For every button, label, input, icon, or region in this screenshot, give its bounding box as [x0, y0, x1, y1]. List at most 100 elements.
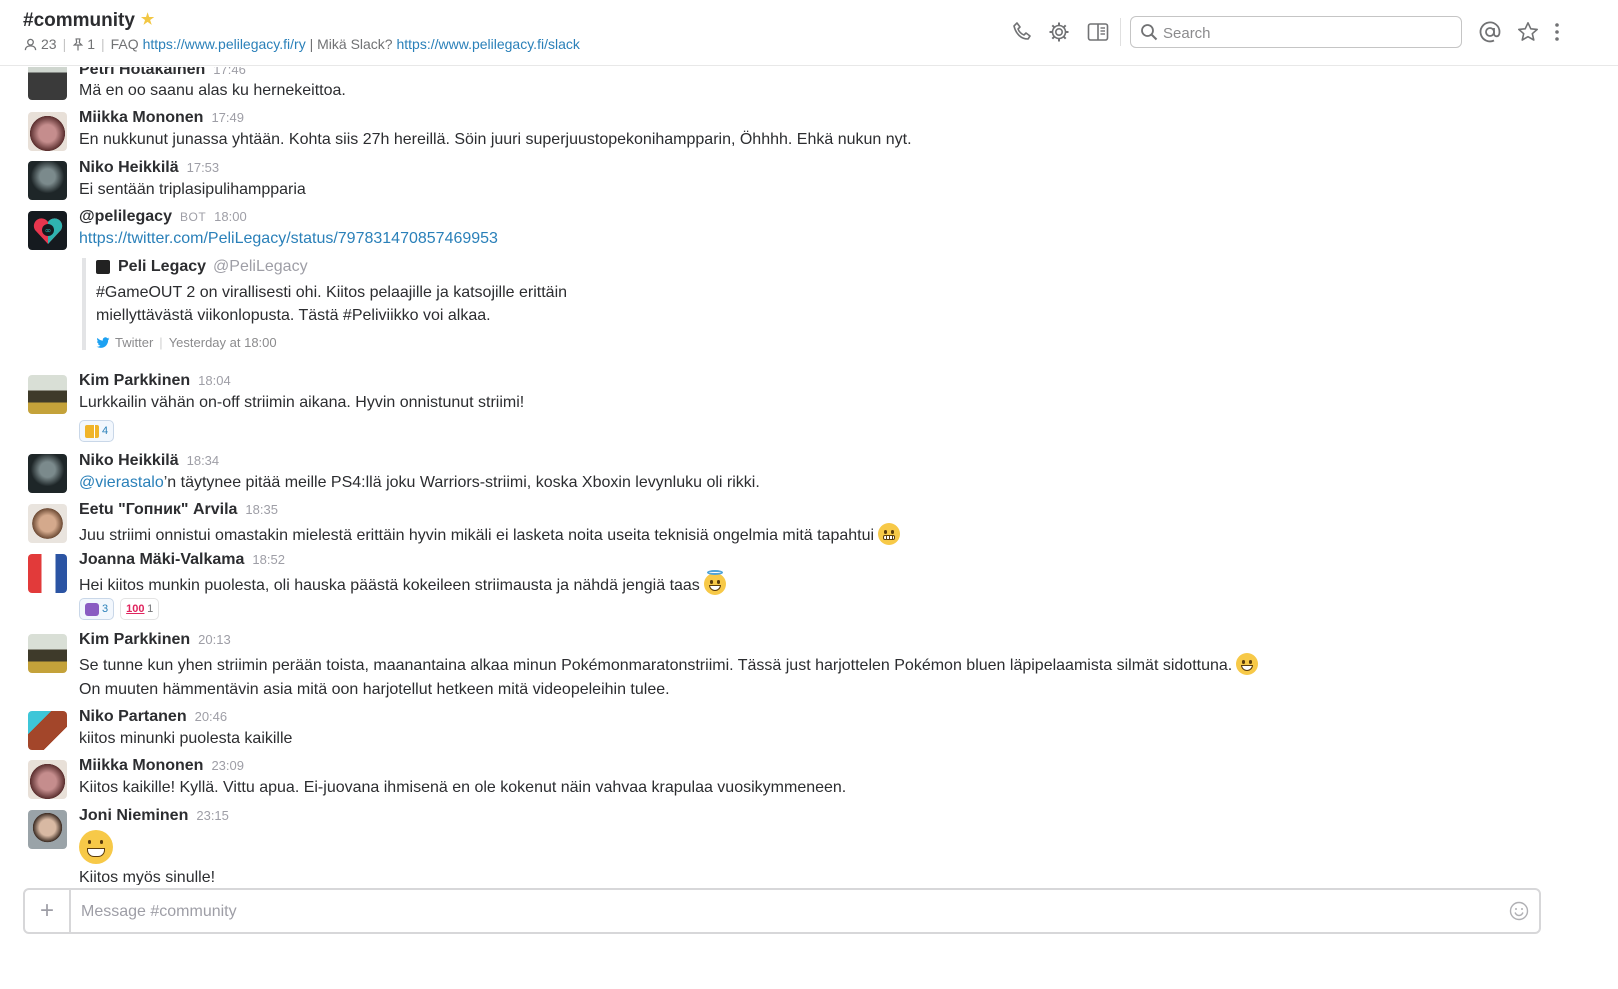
message-author[interactable]: Petri Hotakainen 17:46: [79, 67, 246, 79]
author-name[interactable]: Niko Heikkilä: [79, 159, 179, 176]
avatar[interactable]: [28, 375, 67, 414]
message-emoji: [79, 830, 113, 864]
timestamp[interactable]: 20:46: [195, 709, 228, 724]
avatar[interactable]: [28, 711, 67, 750]
reaction-hundred[interactable]: 100 1: [120, 598, 160, 620]
message-composer: +: [23, 888, 1541, 934]
attachment-handle[interactable]: @PeliLegacy: [213, 258, 308, 276]
more-options-icon[interactable]: [1550, 20, 1564, 44]
message-text-body: Juu striimi onnistui omastakin mielestä …: [79, 527, 875, 544]
author-name[interactable]: Miikka Mononen: [79, 109, 203, 126]
phone-icon[interactable]: [1011, 20, 1035, 44]
members-icon[interactable]: [24, 38, 37, 51]
timestamp[interactable]: 17:53: [187, 160, 220, 175]
message-input[interactable]: [79, 900, 1483, 924]
star-items-icon[interactable]: [1516, 20, 1540, 44]
author-name[interactable]: Niko Heikkilä: [79, 452, 179, 469]
avatar[interactable]: ∞: [28, 211, 67, 250]
avatar[interactable]: [28, 112, 67, 151]
timestamp[interactable]: 18:00: [214, 209, 247, 224]
user-mention[interactable]: @vierastalo: [79, 474, 164, 491]
timestamp[interactable]: 18:34: [187, 453, 220, 468]
channel-title[interactable]: #community ★: [23, 10, 154, 32]
avatar[interactable]: [28, 634, 67, 673]
message-author[interactable]: Miikka Mononen 17:49: [79, 109, 244, 127]
author-name[interactable]: Miikka Mononen: [79, 757, 203, 774]
author-name[interactable]: Niko Partanen: [79, 708, 187, 725]
gear-icon[interactable]: [1047, 20, 1071, 44]
author-name[interactable]: Kim Parkkinen: [79, 631, 190, 648]
search-input[interactable]: [1161, 22, 1455, 44]
pinned-count[interactable]: 1: [87, 36, 95, 52]
timestamp[interactable]: 18:35: [245, 502, 278, 517]
author-name[interactable]: Kim Parkkinen: [79, 372, 190, 389]
tweet-link[interactable]: https://twitter.com/PeliLegacy/status/79…: [79, 230, 498, 247]
timestamp[interactable]: 18:52: [252, 552, 285, 567]
author-name[interactable]: Eetu "Гопник" Arvila: [79, 501, 237, 518]
bot-badge: BOT: [179, 210, 207, 224]
channel-header: #community ★ 23 | 1 | FAQ https://www.pel…: [0, 0, 1618, 66]
attachment-line: miellyttävästä viikonlopusta. Tästä #Pel…: [96, 307, 491, 324]
reaction-space-invader[interactable]: 3: [79, 598, 115, 620]
attachment-source: Twitter: [115, 335, 154, 350]
author-name[interactable]: Petri Hotakainen: [79, 67, 205, 78]
pin-icon[interactable]: [72, 37, 84, 51]
timestamp[interactable]: 23:09: [211, 758, 244, 773]
message-author[interactable]: Joanna Mäki-Valkama 18:52: [79, 551, 285, 569]
message-author[interactable]: Eetu "Гопник" Arvila 18:35: [79, 501, 278, 519]
message-author[interactable]: @pelilegacy BOT 18:00: [79, 208, 247, 226]
avatar[interactable]: [28, 161, 67, 200]
author-name[interactable]: Joanna Mäki-Valkama: [79, 551, 244, 568]
message-author[interactable]: Kim Parkkinen 20:13: [79, 631, 231, 649]
avatar[interactable]: [28, 504, 67, 543]
sidebar-toggle-icon[interactable]: [1086, 20, 1110, 44]
message-author[interactable]: Niko Heikkilä 18:34: [79, 452, 219, 470]
reactions: 4: [79, 420, 115, 442]
avatar[interactable]: [28, 67, 67, 100]
message-author[interactable]: Miikka Mononen 23:09: [79, 757, 244, 775]
message-author[interactable]: Joni Nieminen 23:15: [79, 807, 229, 825]
timestamp[interactable]: 23:15: [196, 808, 229, 823]
attachment-line: #GameOUT 2 on virallisesti ohi. Kiitos p…: [96, 284, 568, 301]
tweet-attachment: Peli Legacy @PeliLegacy #GameOUT 2 on vir…: [82, 258, 682, 350]
member-count[interactable]: 23: [41, 36, 57, 52]
topic-link-ry[interactable]: https://www.pelilegacy.fi/ry: [143, 36, 306, 52]
attachment-author[interactable]: Peli Legacy @PeliLegacy: [96, 258, 682, 276]
timestamp[interactable]: 20:13: [198, 632, 231, 647]
star-icon[interactable]: ★: [141, 11, 154, 28]
divider: |: [159, 335, 163, 350]
reaction-beer[interactable]: 4: [79, 420, 115, 442]
search-box[interactable]: [1130, 16, 1462, 48]
author-name[interactable]: Joni Nieminen: [79, 807, 188, 824]
avatar[interactable]: [28, 554, 67, 593]
channel-name[interactable]: #community: [23, 10, 135, 31]
avatar[interactable]: [28, 454, 67, 493]
avatar[interactable]: [28, 760, 67, 799]
message-author[interactable]: Niko Partanen 20:46: [79, 708, 227, 726]
message-text-rest: ’n täytynee pitää meille PS4:llä joku Wa…: [163, 474, 760, 491]
timestamp[interactable]: 18:04: [198, 373, 231, 388]
message-text: kiitos minunki puolesta kaikille: [79, 730, 293, 747]
message-text-body: Hei kiitos munkin puolesta, oli hauska p…: [79, 577, 700, 594]
message-text: Lurkkailin vähän on-off striimin aikana.…: [79, 394, 525, 411]
emoji-picker-icon[interactable]: [1509, 901, 1529, 921]
divider: |: [62, 36, 67, 52]
timestamp[interactable]: 17:46: [213, 67, 246, 77]
grimacing-emoji-icon: [878, 523, 901, 545]
message-text: On muuten hämmentävin asia mitä oon harj…: [79, 681, 670, 698]
space-invader-icon: [85, 602, 99, 616]
message-author[interactable]: Kim Parkkinen 18:04: [79, 372, 231, 390]
message-text: En nukkunut junassa yhtään. Kohta siis 2…: [79, 131, 912, 148]
timestamp[interactable]: 17:49: [211, 110, 244, 125]
attach-button[interactable]: +: [25, 890, 71, 932]
attachment-author-name[interactable]: Peli Legacy: [118, 258, 206, 276]
channel-meta: 23 | 1 | FAQ https://www.pelilegacy.fi/r…: [24, 36, 580, 52]
mentions-icon[interactable]: [1478, 20, 1502, 44]
reactions: 3 100 1: [79, 598, 160, 620]
message-author[interactable]: Niko Heikkilä 17:53: [79, 159, 219, 177]
twitter-avatar-icon: [96, 260, 110, 274]
author-name[interactable]: @pelilegacy: [79, 208, 172, 225]
smile-emoji-icon: [79, 830, 113, 864]
topic-link-slack[interactable]: https://www.pelilegacy.fi/slack: [396, 36, 579, 52]
avatar[interactable]: [28, 810, 67, 849]
